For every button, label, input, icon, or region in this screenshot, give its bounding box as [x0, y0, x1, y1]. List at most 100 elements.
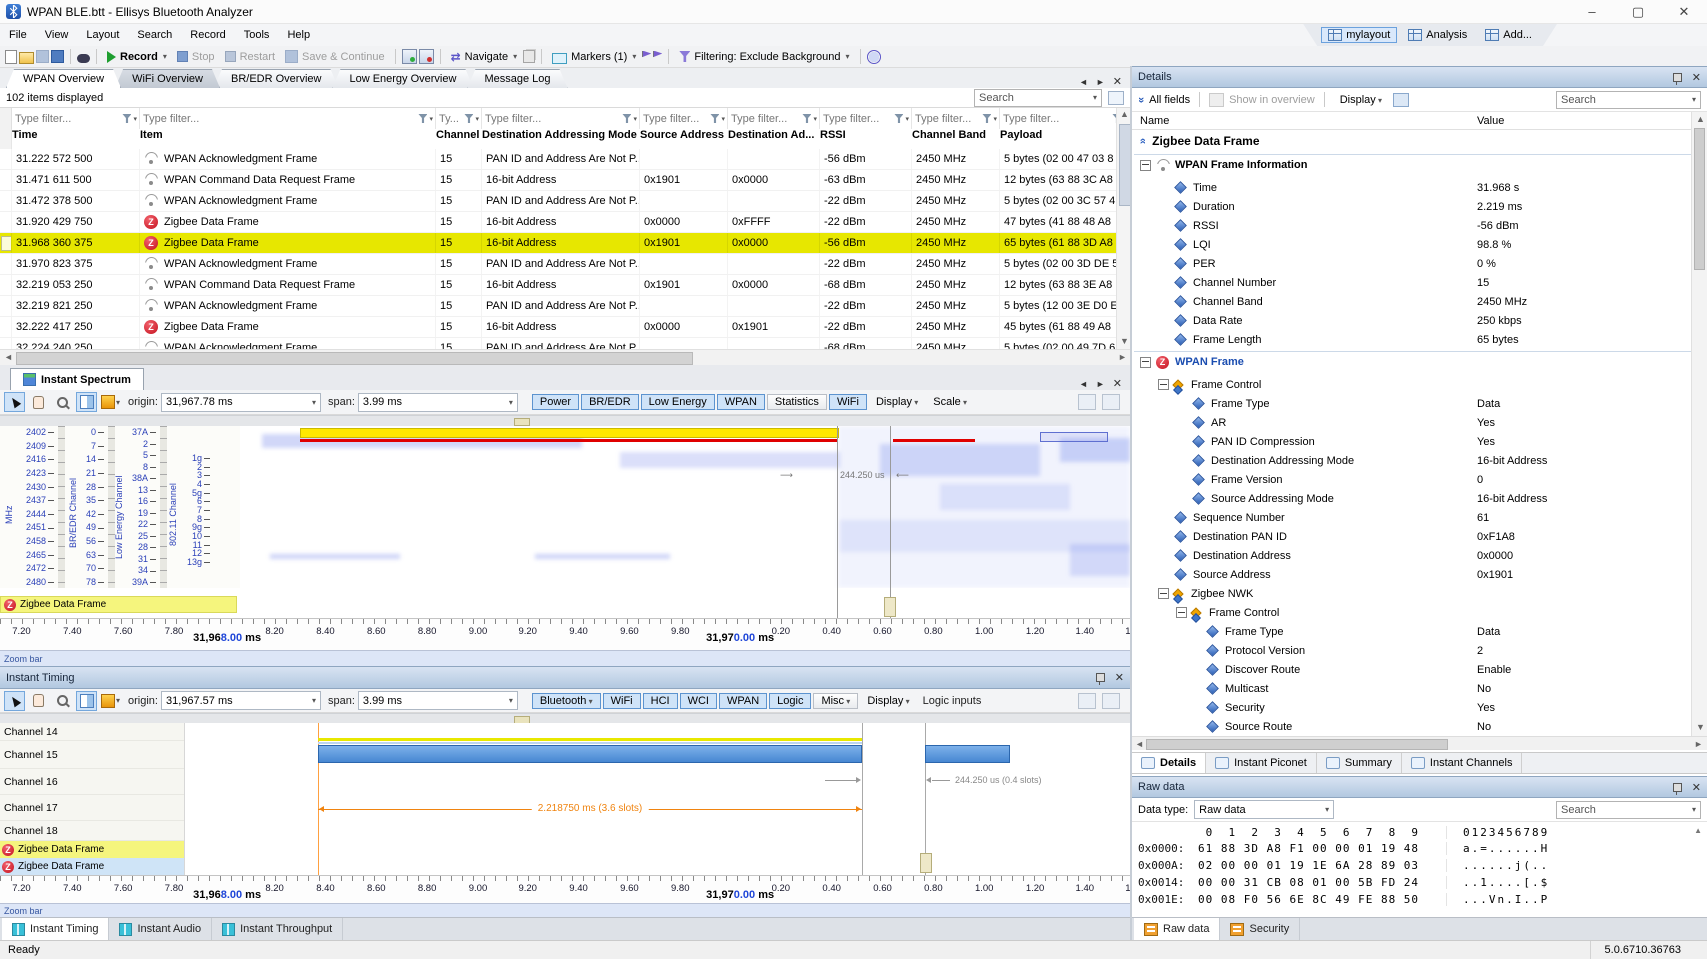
hex-row[interactable]: 0x0014: 00 00 31 CB 08 01 00 5B FD 24 ..…: [1132, 874, 1707, 891]
details-tab[interactable]: Summary: [1317, 753, 1402, 773]
layout-button[interactable]: Analysis: [1401, 27, 1474, 43]
export-image-icon[interactable]: [1078, 394, 1096, 410]
all-fields-button[interactable]: All fields: [1149, 94, 1190, 106]
column-filter-input[interactable]: Type filter... ▾: [482, 108, 640, 129]
details-row[interactable]: » Channel Band 2450 MHz: [1132, 292, 1707, 311]
spectrum-origin-input[interactable]: 31,967.78 ms▾: [161, 393, 321, 412]
open-file-icon[interactable]: [19, 52, 34, 64]
value-column-header[interactable]: Value: [1477, 115, 1504, 127]
details-row[interactable]: » AR Yes: [1132, 413, 1707, 432]
pan-tool-icon[interactable]: [28, 392, 49, 412]
column-filter-input[interactable]: Type filter... ▾: [728, 108, 820, 129]
table-row[interactable]: 31.222 572 500 WPAN Acknowledgment Frame…: [0, 149, 1130, 170]
timing-span-input[interactable]: 3.99 ms▾: [358, 691, 518, 710]
details-row[interactable]: » Destination Address 0x0000: [1132, 546, 1707, 565]
details-display-menu[interactable]: Display: [1334, 93, 1388, 107]
frame-bar-channel15[interactable]: [318, 745, 862, 763]
show-in-overview-button[interactable]: Show in overview: [1229, 94, 1315, 106]
stop-button[interactable]: Stop: [173, 50, 219, 64]
details-row[interactable]: » LQI 98.8 %: [1132, 235, 1707, 254]
save-icon[interactable]: [36, 50, 49, 63]
tab-instant-spectrum[interactable]: Instant Spectrum: [10, 368, 144, 390]
filter-funnel-icon[interactable]: [418, 114, 427, 123]
spectrum-filter-toggle[interactable]: Statistics: [767, 394, 827, 410]
details-row[interactable]: » Security Yes: [1132, 698, 1707, 717]
collapse-icon[interactable]: [1140, 160, 1151, 171]
details-row[interactable]: » Destination Addressing Mode 16-bit Add…: [1132, 451, 1707, 470]
spectrum-scale-menu[interactable]: Scale: [927, 395, 973, 409]
table-horizontal-scrollbar[interactable]: ◄ ►: [0, 349, 1130, 366]
table-row[interactable]: 31.968 360 375 Zigbee Data Frame 15 16-b…: [0, 233, 1130, 254]
copy-details-icon[interactable]: [1393, 93, 1409, 107]
bottom-tab[interactable]: Instant Timing: [2, 918, 109, 940]
details-row[interactable]: » Data Rate 250 kbps: [1132, 311, 1707, 330]
details-tab[interactable]: Instant Piconet: [1206, 753, 1317, 773]
timing-canvas[interactable]: 244.250 us (0.4 slots) 2.218750 ms (3.6 …: [185, 723, 1130, 875]
close-panel-icon[interactable]: ✕: [1115, 671, 1124, 684]
details-row[interactable]: » WPAN Frame Information: [1132, 152, 1707, 178]
details-row[interactable]: » Multicast No: [1132, 679, 1707, 698]
go-to-end-icon[interactable]: [1102, 394, 1120, 410]
filter-funnel-icon[interactable]: [622, 114, 631, 123]
logic-inputs-label[interactable]: Logic inputs: [923, 695, 982, 707]
column-filter-input[interactable]: Type filter... ▾: [912, 108, 1000, 129]
overview-tab[interactable]: Low Energy Overview: [332, 69, 473, 88]
details-row[interactable]: » Protocol Version 2: [1132, 641, 1707, 660]
filtering-button[interactable]: Filtering: Exclude Background▾: [675, 50, 853, 64]
find-icon[interactable]: [77, 54, 90, 63]
details-row[interactable]: » Time 31.968 s: [1132, 178, 1707, 197]
select-tool-icon[interactable]: [4, 392, 25, 412]
column-filter-input[interactable]: Type filter... ▾: [820, 108, 912, 129]
menu-item[interactable]: Record: [181, 26, 234, 44]
timing-filter-toggle[interactable]: Logic: [769, 693, 811, 709]
tab-scroll-right-icon[interactable]: ►: [1096, 379, 1105, 389]
save-continue-button[interactable]: Save & Continue: [281, 49, 389, 64]
details-row[interactable]: » Frame Type Data: [1132, 394, 1707, 413]
table-row[interactable]: 31.970 823 375 WPAN Acknowledgment Frame…: [0, 254, 1130, 275]
details-row[interactable]: » Destination PAN ID 0xF1A8: [1132, 527, 1707, 546]
column-filter-input[interactable]: Type filter... ▾: [12, 108, 140, 129]
timing-filter-toggle[interactable]: WCI: [680, 693, 717, 709]
tab-scroll-left-icon[interactable]: ◄: [1079, 77, 1088, 87]
collapse-icon[interactable]: [1158, 588, 1169, 599]
details-row[interactable]: » Frame Control: [1132, 603, 1707, 622]
name-column-header[interactable]: Name: [1132, 115, 1169, 127]
frame-row-label[interactable]: Zigbee Data Frame: [0, 841, 184, 858]
details-horizontal-scrollbar[interactable]: ◄►: [1132, 736, 1707, 750]
overview-tab[interactable]: Message Log: [467, 69, 567, 88]
spectrum-span-input[interactable]: 3.99 ms▾: [358, 393, 518, 412]
details-row[interactable]: » Duration 2.219 ms: [1132, 197, 1707, 216]
timing-origin-input[interactable]: 31,967.57 ms▾: [161, 691, 321, 710]
layout-button[interactable]: Add...: [1478, 27, 1539, 43]
pin-icon[interactable]: [1673, 73, 1682, 82]
marker-tool-icon[interactable]: ▾: [100, 392, 121, 412]
split-view-icon[interactable]: [76, 691, 97, 711]
rawdata-tab[interactable]: Raw data: [1134, 918, 1220, 940]
timing-display-menu[interactable]: Display: [861, 694, 915, 708]
filter-funnel-icon[interactable]: [122, 114, 131, 123]
save-as-icon[interactable]: [51, 50, 64, 63]
table-row[interactable]: 32.222 417 250 Zigbee Data Frame 15 16-b…: [0, 317, 1130, 338]
spectrogram-canvas[interactable]: ⟶ 244.250 us ⟵: [240, 426, 1130, 588]
bottom-tab[interactable]: Instant Throughput: [212, 918, 343, 940]
details-row[interactable]: » Frame Type Data: [1132, 622, 1707, 641]
selected-frame-label[interactable]: Zigbee Data Frame: [0, 596, 237, 613]
overview-tab[interactable]: WPAN Overview: [6, 69, 121, 88]
table-row[interactable]: 31.471 611 500 WPAN Command Data Request…: [0, 170, 1130, 191]
rawdata-search-input[interactable]: Search▾: [1556, 801, 1701, 819]
details-row[interactable]: » Discover Route Enable: [1132, 660, 1707, 679]
select-tool-icon[interactable]: [4, 691, 25, 711]
panel-close-icon[interactable]: ✕: [1113, 377, 1122, 390]
menu-item[interactable]: Help: [278, 26, 319, 44]
details-row[interactable]: » PER 0 %: [1132, 254, 1707, 273]
zoom-tool-icon[interactable]: [52, 691, 73, 711]
search-options-icon[interactable]: [1108, 91, 1124, 105]
data-type-select[interactable]: Raw data▾: [1194, 800, 1334, 819]
previous-marker-icon[interactable]: [642, 51, 651, 63]
column-filter-input[interactable]: Type filter... ▾: [1000, 108, 1130, 129]
details-row[interactable]: » Source Address 0x1901: [1132, 565, 1707, 584]
layout-button[interactable]: mylayout: [1321, 27, 1397, 43]
frame-row-label[interactable]: Zigbee Data Frame: [0, 858, 184, 875]
details-row[interactable]: » Frame Version 0: [1132, 470, 1707, 489]
new-file-icon[interactable]: [5, 50, 17, 64]
